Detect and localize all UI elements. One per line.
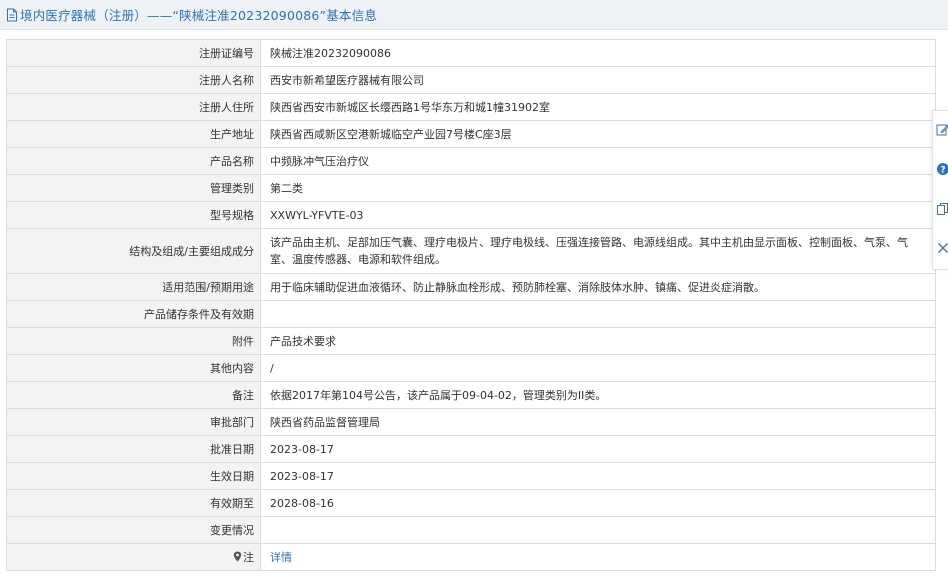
- table-row: 变更情况: [6, 516, 936, 544]
- page-header: 境内医疗器械（注册）——“陕械注准20232090086”基本信息: [0, 0, 948, 30]
- table-row: 批准日期 2023-08-17: [6, 435, 936, 463]
- copy-icon[interactable]: [936, 202, 948, 216]
- row-label: 生效日期: [6, 462, 261, 490]
- document-icon: [6, 8, 18, 22]
- row-label: 型号规格: [6, 201, 261, 229]
- table-row: 生产地址 陕西省西咸新区空港新城临空产业园7号楼C座3层: [6, 120, 936, 148]
- row-value: /: [260, 354, 936, 382]
- row-label: 有效期至: [6, 489, 261, 517]
- note-label-text: 注: [243, 551, 254, 564]
- info-table: 注册证编号 陕械注准20232090086 注册人名称 西安市新希望医疗器械有限…: [6, 39, 936, 571]
- row-value: 陕西省西咸新区空港新城临空产业园7号楼C座3层: [260, 120, 936, 148]
- table-row-note: 注 详情: [6, 543, 936, 571]
- note-label: 注: [6, 543, 261, 571]
- row-value: 第二类: [260, 174, 936, 202]
- row-label: 管理类别: [6, 174, 261, 202]
- row-value: 陕西省药品监督管理局: [260, 408, 936, 436]
- page-title: 境内医疗器械（注册）——“陕械注准20232090086”基本信息: [20, 8, 378, 23]
- table-row: 审批部门 陕西省药品监督管理局: [6, 408, 936, 436]
- row-value: 中频脉冲气压治疗仪: [260, 147, 936, 175]
- row-label: 生产地址: [6, 120, 261, 148]
- row-label: 产品名称: [6, 147, 261, 175]
- row-value: 2023-08-17: [260, 435, 936, 463]
- row-value: [260, 300, 936, 328]
- row-value: [260, 516, 936, 544]
- table-row: 有效期至 2028-08-16: [6, 489, 936, 517]
- edit-icon[interactable]: [936, 123, 948, 137]
- table-row: 结构及组成/主要组成成分 该产品由主机、足部加压气囊、理疗电极片、理疗电极线、压…: [6, 228, 936, 274]
- row-value: 产品技术要求: [260, 327, 936, 355]
- details-link[interactable]: 详情: [270, 551, 292, 564]
- row-value: 2023-08-17: [260, 462, 936, 490]
- help-icon[interactable]: ?: [936, 162, 948, 176]
- row-label: 适用范围/预期用途: [6, 273, 261, 301]
- side-toolbar: ?: [932, 110, 948, 270]
- table-row: 管理类别 第二类: [6, 174, 936, 202]
- close-icon[interactable]: [936, 241, 948, 255]
- table-row: 适用范围/预期用途 用于临床辅助促进血液循环、防止静脉血栓形成、预防肺栓塞、消除…: [6, 273, 936, 301]
- note-value: 详情: [260, 543, 936, 571]
- row-value: 西安市新希望医疗器械有限公司: [260, 66, 936, 94]
- row-value: 陕西省西安市新城区长缨西路1号华东万和城1幢31902室: [260, 93, 936, 121]
- row-value: 该产品由主机、足部加压气囊、理疗电极片、理疗电极线、压强连接管路、电源线组成。其…: [260, 228, 936, 274]
- row-label: 备注: [6, 381, 261, 409]
- row-label: 批准日期: [6, 435, 261, 463]
- table-row: 备注 依据2017年第104号公告，该产品属于09-04-02，管理类别为II类…: [6, 381, 936, 409]
- table-row: 注册证编号 陕械注准20232090086: [6, 39, 936, 67]
- row-value: 依据2017年第104号公告，该产品属于09-04-02，管理类别为II类。: [260, 381, 936, 409]
- row-label: 结构及组成/主要组成成分: [6, 228, 261, 274]
- table-row: 生效日期 2023-08-17: [6, 462, 936, 490]
- row-label: 产品储存条件及有效期: [6, 300, 261, 328]
- table-row: 注册人名称 西安市新希望医疗器械有限公司: [6, 66, 936, 94]
- row-label: 注册人名称: [6, 66, 261, 94]
- table-row: 注册人住所 陕西省西安市新城区长缨西路1号华东万和城1幢31902室: [6, 93, 936, 121]
- row-label: 审批部门: [6, 408, 261, 436]
- row-value: 2028-08-16: [260, 489, 936, 517]
- row-label: 附件: [6, 327, 261, 355]
- row-label: 注册人住所: [6, 93, 261, 121]
- table-row: 产品储存条件及有效期: [6, 300, 936, 328]
- table-row: 型号规格 XXWYL-YFVTE-03: [6, 201, 936, 229]
- table-row: 产品名称 中频脉冲气压治疗仪: [6, 147, 936, 175]
- svg-text:?: ?: [940, 166, 945, 176]
- row-value: XXWYL-YFVTE-03: [260, 201, 936, 229]
- row-value: 用于临床辅助促进血液循环、防止静脉血栓形成、预防肺栓塞、消除肢体水肿、镇痛、促进…: [260, 273, 936, 301]
- row-label: 其他内容: [6, 354, 261, 382]
- row-label: 注册证编号: [6, 39, 261, 67]
- table-row: 其他内容 /: [6, 354, 936, 382]
- table-row: 附件 产品技术要求: [6, 327, 936, 355]
- row-label: 变更情况: [6, 516, 261, 544]
- map-pin-icon: [233, 551, 242, 562]
- row-value: 陕械注准20232090086: [260, 39, 936, 67]
